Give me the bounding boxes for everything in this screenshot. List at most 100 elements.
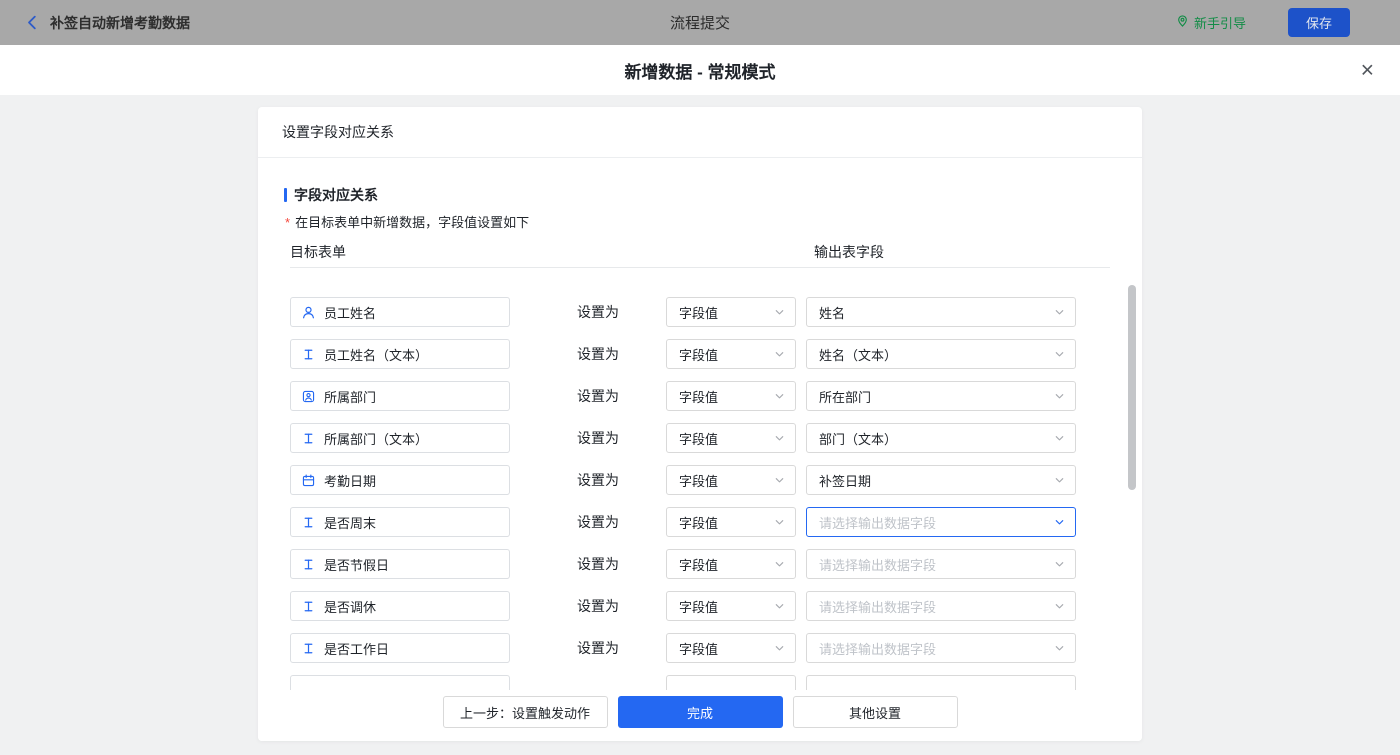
chevron-down-icon [1054,475,1065,486]
value-mode-select[interactable]: 字段值 [666,381,796,411]
target-field-box: 考勤日期 [290,465,510,495]
target-field-label: 是否节假日 [324,555,389,574]
text-field-icon [301,515,316,530]
modal-title: 新增数据 - 常规模式 [624,58,775,83]
page-title: 补签自动新增考勤数据 [50,13,190,33]
mapping-row: 是否节假日设置为字段值请选择输出数据字段 [258,543,1142,585]
chevron-down-icon [1054,601,1065,612]
save-button[interactable]: 保存 [1288,8,1350,37]
output-field-select[interactable]: 请选择输出数据字段 [806,507,1076,537]
close-icon[interactable]: × [1361,59,1374,82]
target-field-label: 是否调休 [324,597,376,616]
mapping-row: 是否调休设置为字段值请选择输出数据字段 [258,585,1142,627]
value-mode-text: 字段值 [679,429,718,448]
beginner-guide-link[interactable]: 新手引导 [1176,13,1246,32]
text-field-icon [301,431,316,446]
output-field-text: 请选择输出数据字段 [819,555,936,574]
chevron-down-icon [774,349,785,360]
chevron-down-icon [1054,643,1065,654]
chevron-down-icon [774,643,785,654]
mapping-rows: 员工姓名设置为字段值姓名员工姓名（文本）设置为字段值姓名（文本）所属部门设置为字… [258,291,1142,690]
mapping-row: 所属部门设置为字段值所在部门 [258,375,1142,417]
value-mode-select[interactable] [666,675,796,690]
target-field-box [290,675,510,690]
target-field-label: 所属部门 [324,387,376,406]
chevron-down-icon [1054,517,1065,528]
chevron-down-icon [774,601,785,612]
chevron-down-icon [774,559,785,570]
location-pin-icon [1176,14,1189,31]
value-mode-select[interactable]: 字段值 [666,423,796,453]
section-accent-bar [284,188,287,202]
value-mode-text: 字段值 [679,639,718,658]
target-field-box: 是否节假日 [290,549,510,579]
modal-header: 新增数据 - 常规模式 × [0,45,1400,95]
column-headers: 目标表单 输出表字段 [290,245,1110,268]
prev-step-button[interactable]: 上一步：设置触发动作 [443,696,608,728]
field-mapping-card: 设置字段对应关系 字段对应关系 *在目标表单中新增数据，字段值设置如下 目标表单… [258,107,1142,741]
target-field-box: 所属部门 [290,381,510,411]
value-mode-select[interactable]: 字段值 [666,297,796,327]
target-field-label: 员工姓名 [324,303,376,322]
value-mode-select[interactable]: 字段值 [666,591,796,621]
output-field-select[interactable]: 所在部门 [806,381,1076,411]
output-field-text: 请选择输出数据字段 [819,639,936,658]
mapping-note: *在目标表单中新增数据，字段值设置如下 [285,215,1142,230]
mapping-row: 考勤日期 设置为 字段值 补签日期 [258,459,1142,501]
set-as-label: 设置为 [577,428,619,448]
output-field-text: 姓名（文本） [819,345,897,364]
output-field-select[interactable]: 姓名（文本） [806,339,1076,369]
target-field-box: 是否工作日 [290,633,510,663]
required-marker: * [285,215,290,230]
value-mode-text: 字段值 [679,345,718,364]
text-field-icon [301,557,316,572]
back-icon[interactable] [24,14,41,31]
output-field-select[interactable]: 补签日期 [806,465,1076,495]
chevron-down-icon [1054,307,1065,318]
topbar: 补签自动新增考勤数据 流程提交 新手引导 保存 [0,0,1400,45]
chevron-down-icon [1054,433,1065,444]
value-mode-text: 字段值 [679,387,718,406]
column-output-fields: 输出表字段 [814,245,884,259]
set-as-label: 设置为 [577,470,619,490]
output-field-select[interactable]: 请选择输出数据字段 [806,549,1076,579]
output-field-text: 所在部门 [819,387,871,406]
value-mode-select[interactable]: 字段值 [666,465,796,495]
beginner-guide-label: 新手引导 [1194,13,1246,32]
output-field-text: 补签日期 [819,471,871,490]
output-field-select[interactable]: 部门（文本） [806,423,1076,453]
mapping-row: 员工姓名设置为字段值姓名 [258,291,1142,333]
done-button[interactable]: 完成 [618,696,783,728]
text-field-icon [301,599,316,614]
card-footer: 上一步：设置触发动作 完成 其他设置 [258,690,1142,741]
output-field-select[interactable]: 姓名 [806,297,1076,327]
value-mode-select[interactable]: 字段值 [666,633,796,663]
target-field-box: 是否调休 [290,591,510,621]
value-mode-text: 字段值 [679,597,718,616]
target-field-box: 员工姓名 [290,297,510,327]
target-field-box: 员工姓名（文本） [290,339,510,369]
target-field-box: 所属部门（文本） [290,423,510,453]
target-field-label: 是否工作日 [324,639,389,658]
value-mode-text: 字段值 [679,555,718,574]
calendar-field-icon [301,473,316,488]
value-mode-select[interactable]: 字段值 [666,339,796,369]
modal-body: 设置字段对应关系 字段对应关系 *在目标表单中新增数据，字段值设置如下 目标表单… [0,95,1400,755]
scrollbar-thumb[interactable] [1128,285,1136,490]
section-title-text: 字段对应关系 [294,188,378,202]
output-field-select[interactable]: 请选择输出数据字段 [806,591,1076,621]
value-mode-text: 字段值 [679,513,718,532]
chevron-down-icon [774,433,785,444]
chevron-down-icon [1054,391,1065,402]
other-settings-button[interactable]: 其他设置 [793,696,958,728]
mapping-row: 是否工作日 设置为 字段值 请选择输出数据字段 [258,627,1142,669]
target-field-box: 是否周末 [290,507,510,537]
text-field-icon [301,641,316,656]
set-as-label: 设置为 [577,344,619,364]
output-field-text: 请选择输出数据字段 [819,513,936,532]
value-mode-select[interactable]: 字段值 [666,549,796,579]
output-field-select[interactable] [806,675,1076,690]
output-field-select[interactable]: 请选择输出数据字段 [806,633,1076,663]
value-mode-select[interactable]: 字段值 [666,507,796,537]
set-as-label: 设置为 [577,638,619,658]
